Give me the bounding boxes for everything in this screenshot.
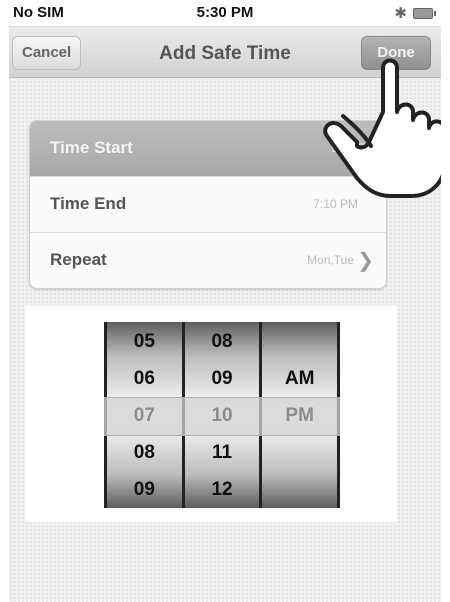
picker-option[interactable] [262, 471, 337, 508]
battery-icon [413, 7, 436, 19]
picker-option[interactable]: 11 [185, 434, 260, 471]
period-wheel[interactable]: AM PM [262, 322, 338, 508]
time-picker[interactable]: 05 06 07 08 09 08 09 10 11 12 AM PM [104, 322, 340, 508]
hour-wheel[interactable]: 05 06 07 08 09 [107, 322, 182, 508]
row-label: Time Start [50, 138, 133, 157]
repeat-row[interactable]: Repeat Mon,Tue ❯ [30, 232, 386, 288]
picker-option-selected[interactable]: PM [262, 397, 337, 434]
picker-option-selected[interactable]: 07 [107, 397, 182, 434]
picker-option[interactable]: 08 [185, 323, 260, 360]
picker-option[interactable]: AM [262, 360, 337, 397]
chevron-right-icon: ❯ [357, 250, 374, 272]
status-time: 5:30 PM [196, 4, 254, 21]
picker-option[interactable]: 09 [185, 360, 260, 397]
picker-option[interactable] [262, 323, 337, 360]
picker-option[interactable] [262, 434, 337, 471]
status-icons: ✱ [394, 4, 436, 22]
row-value: 5:10 PM [331, 141, 376, 155]
picker-option[interactable]: 05 [107, 323, 182, 360]
phone-screen: No SIM 5:30 PM ✱ Cancel Add Safe Time Do… [9, 0, 441, 602]
picker-option-selected[interactable]: 10 [185, 397, 260, 434]
time-start-row[interactable]: Time Start 5:10 PM [30, 121, 386, 176]
picker-option[interactable]: 08 [107, 434, 182, 471]
minute-wheel[interactable]: 08 09 10 11 12 [184, 322, 260, 508]
row-label: Repeat [50, 250, 107, 269]
navigation-bar: Cancel Add Safe Time Done [9, 27, 441, 78]
status-bar: No SIM 5:30 PM ✱ [9, 0, 441, 27]
done-button[interactable]: Done [361, 36, 431, 70]
time-end-row[interactable]: Time End 7:10 PM [30, 176, 386, 232]
picker-option[interactable]: 06 [107, 360, 182, 397]
row-value: 7:10 PM [313, 197, 358, 211]
row-value: Mon,Tue [307, 253, 354, 267]
picker-option[interactable]: 09 [107, 471, 182, 508]
picker-area: 05 06 07 08 09 08 09 10 11 12 AM PM [25, 306, 397, 522]
bluetooth-icon: ✱ [394, 5, 407, 22]
picker-option[interactable]: 12 [185, 471, 260, 508]
row-label: Time End [50, 194, 127, 213]
safe-time-settings-list: Time Start 5:10 PM Time End 7:10 PM Repe… [29, 120, 387, 289]
